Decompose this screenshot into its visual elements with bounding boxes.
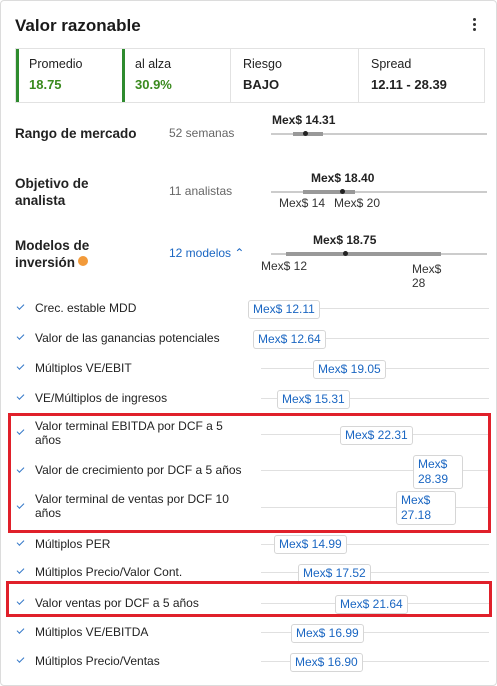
model-value: Mex$ 19.05: [313, 360, 386, 379]
more-options-icon[interactable]: [467, 18, 481, 36]
analyst-target-low: Mex$ 14: [279, 196, 326, 210]
stat-risk: Riesgo BAJO: [230, 49, 358, 102]
market-range-marker: [303, 131, 308, 136]
checkbox-icon[interactable]: [16, 655, 25, 663]
model-value: Mex$ 14.99: [274, 535, 347, 554]
checkbox-icon[interactable]: [16, 362, 25, 370]
info-icon[interactable]: [78, 256, 89, 267]
market-range-segment: [293, 132, 323, 136]
model-row[interactable]: Múltiplos VE/EBITDA Mex$ 16.99: [1, 620, 496, 646]
checkbox-icon[interactable]: [16, 626, 25, 634]
model-value: Mex$ 16.99: [291, 624, 364, 643]
model-value: Mex$ 12.11: [248, 300, 320, 319]
fair-value-card: Valor razonable Promedio 18.75 al alza 3…: [0, 0, 497, 686]
model-row[interactable]: Valor de las ganancias potenciales Mex$ …: [1, 326, 496, 352]
stats-strip: Promedio 18.75 al alza 30.9% Riesgo BAJO…: [15, 48, 485, 103]
model-row[interactable]: Múltiplos Precio/Ventas Mex$ 16.90: [1, 649, 496, 675]
checkbox-icon[interactable]: [16, 566, 25, 574]
model-value: Mex$ 16.90: [290, 653, 363, 672]
analyst-target-value: Mex$ 18.40: [311, 171, 375, 185]
row-track: [261, 572, 489, 573]
checkbox-icon[interactable]: [16, 392, 25, 400]
highlight-box: [6, 581, 492, 617]
analyst-target-marker: [340, 189, 345, 194]
market-range-label: Rango de mercado: [15, 126, 137, 141]
checkbox-icon[interactable]: [16, 538, 25, 546]
highlight-box: [8, 413, 491, 533]
model-row[interactable]: Múltiplos PER Mex$ 14.99: [1, 532, 496, 558]
analyst-target-high: Mex$ 20: [334, 196, 381, 210]
investment-models-value: Mex$ 18.75: [313, 233, 377, 247]
investment-models-marker: [343, 251, 348, 256]
investment-models-low: Mex$ 12: [261, 259, 308, 273]
model-row[interactable]: VE/Múltiplos de ingresos Mex$ 15.31: [1, 386, 496, 412]
model-value: Mex$ 12.64: [253, 330, 326, 349]
model-value: Mex$ 15.31: [277, 390, 350, 409]
analyst-target-label: Objetivo de analista: [15, 176, 89, 208]
analyst-target-segment: [303, 190, 355, 194]
analyst-target-sub: 11 analistas: [169, 184, 233, 198]
market-range-value: Mex$ 14.31: [272, 113, 336, 127]
model-row[interactable]: Crec. estable MDD Mex$ 12.11: [1, 296, 496, 322]
investment-models-segment: [286, 252, 441, 256]
investment-models-label: Modelos de inversión: [15, 238, 90, 270]
model-row[interactable]: Múltiplos VE/EBIT Mex$ 19.05: [1, 356, 496, 382]
stat-spread: Spread 12.11 - 28.39: [358, 49, 484, 102]
checkbox-icon[interactable]: [16, 302, 25, 310]
card-title: Valor razonable: [15, 16, 141, 35]
models-toggle-link[interactable]: 12 modelos ⌃: [169, 246, 244, 260]
investment-models-high: Mex$ 28: [412, 262, 442, 290]
checkbox-icon[interactable]: [16, 332, 25, 340]
stat-average: Promedio 18.75: [16, 49, 122, 102]
stat-upside: al alza 30.9%: [122, 49, 230, 102]
market-range-sub: 52 semanas: [169, 126, 235, 140]
